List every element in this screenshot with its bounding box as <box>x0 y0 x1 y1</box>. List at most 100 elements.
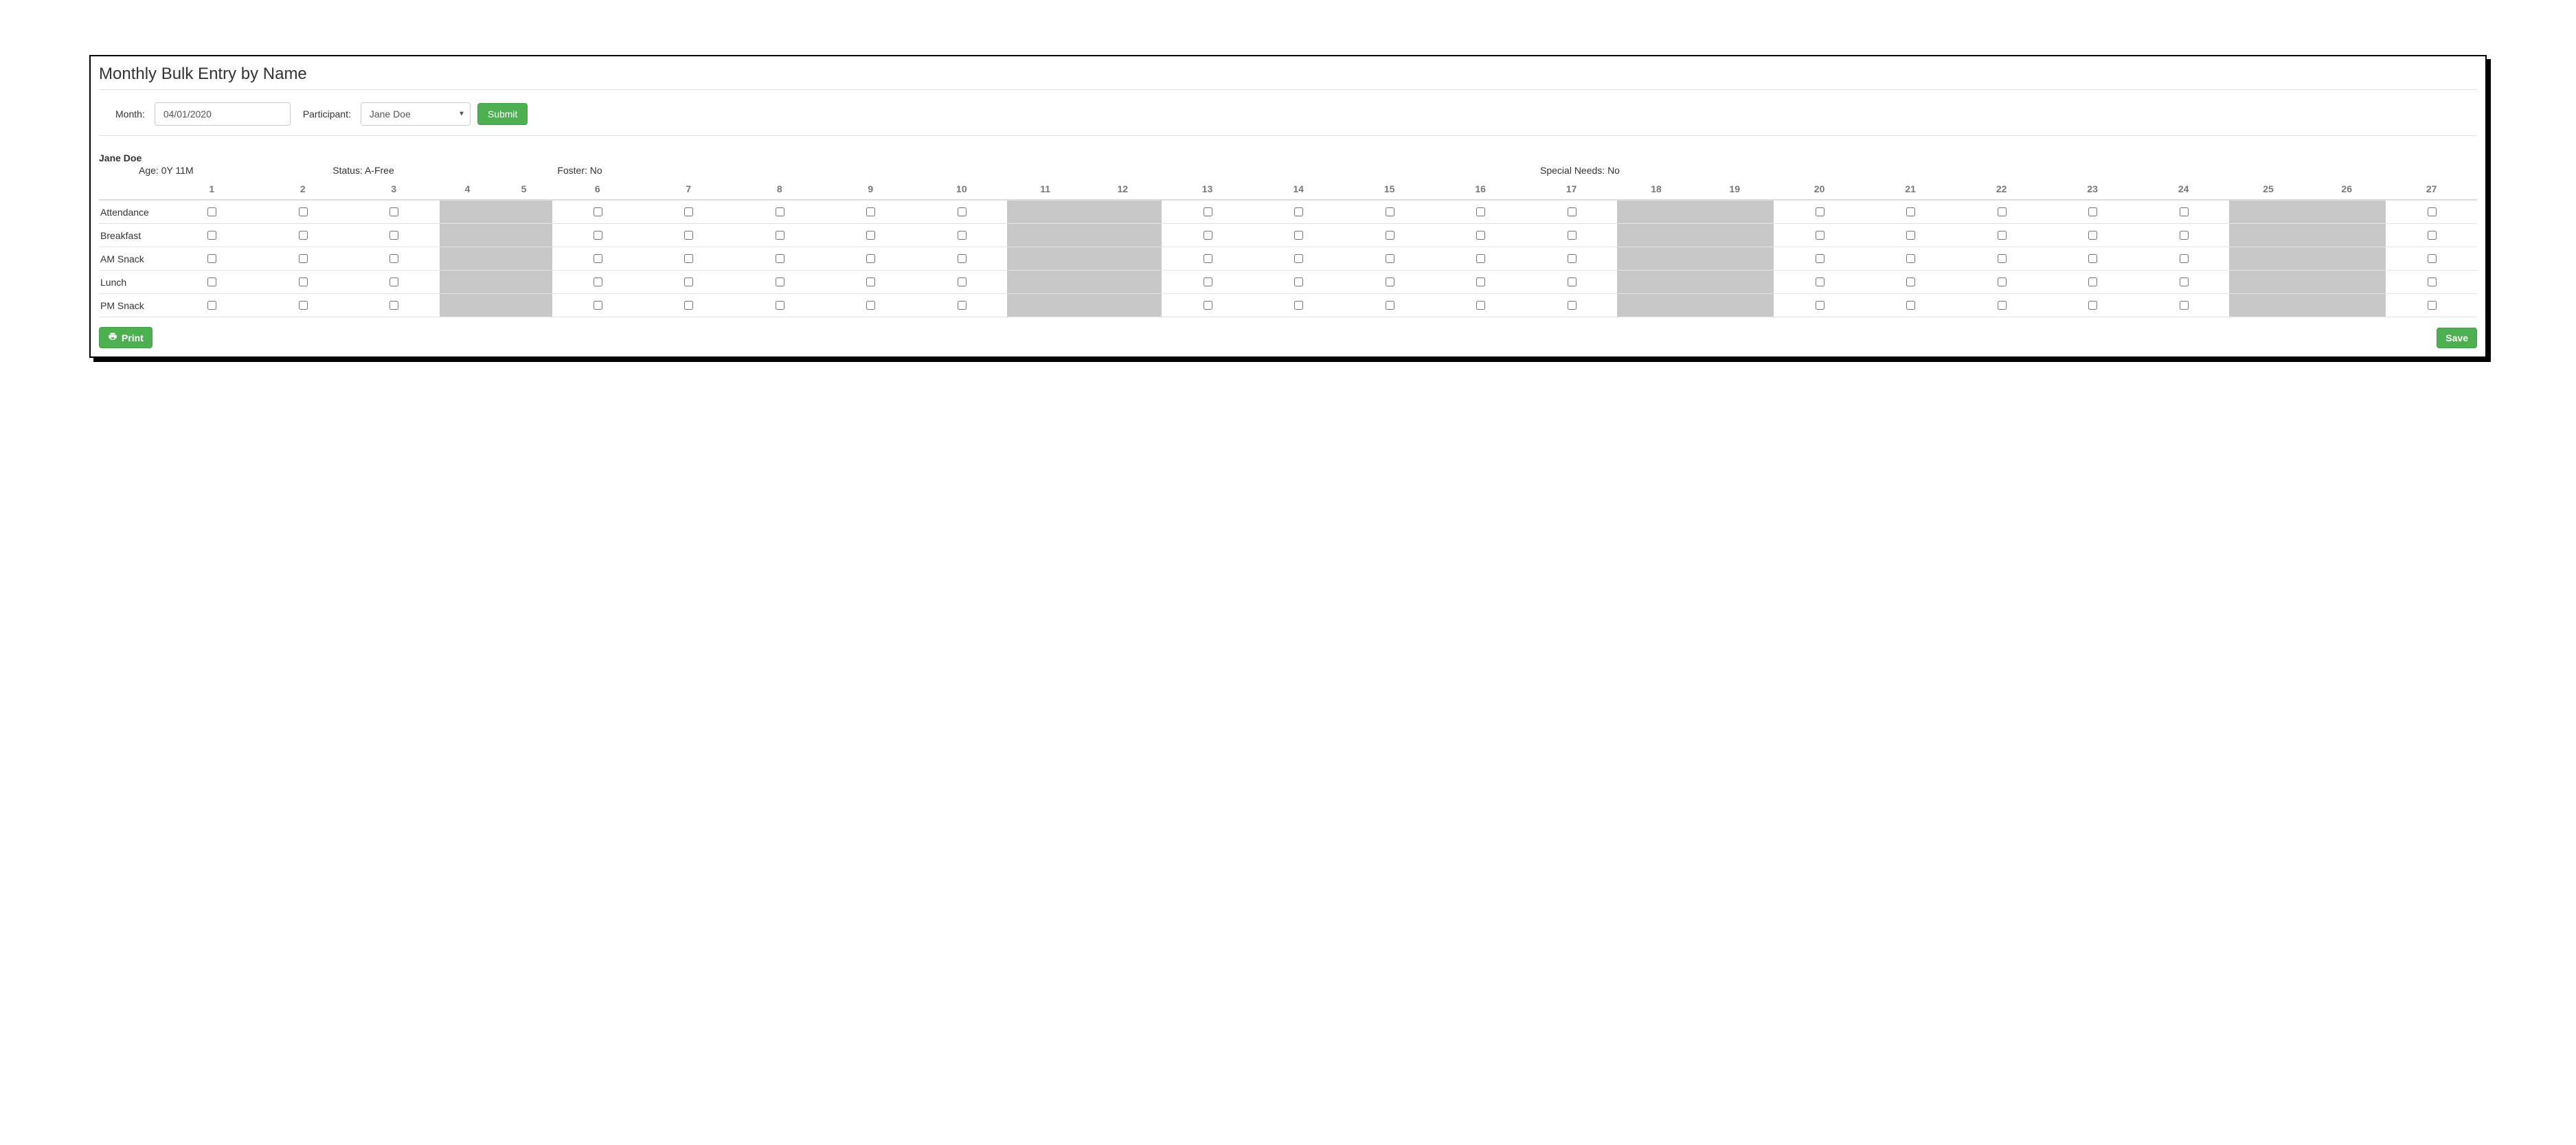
entry-checkbox[interactable] <box>299 301 308 310</box>
entry-checkbox[interactable] <box>1568 254 1577 263</box>
save-button[interactable]: Save <box>2437 328 2477 348</box>
entry-checkbox[interactable] <box>2180 254 2189 263</box>
entry-checkbox[interactable] <box>389 254 398 263</box>
entry-checkbox[interactable] <box>1568 301 1577 310</box>
entry-checkbox[interactable] <box>2088 277 2097 286</box>
entry-checkbox[interactable] <box>958 231 967 240</box>
entry-checkbox[interactable] <box>2088 254 2097 263</box>
entry-checkbox[interactable] <box>2428 277 2437 286</box>
entry-checkbox[interactable] <box>594 207 602 216</box>
entry-checkbox[interactable] <box>1386 254 1394 263</box>
entry-checkbox[interactable] <box>684 207 693 216</box>
entry-checkbox[interactable] <box>1906 207 1915 216</box>
entry-checkbox[interactable] <box>866 254 875 263</box>
entry-checkbox[interactable] <box>299 207 308 216</box>
entry-checkbox[interactable] <box>2428 301 2437 310</box>
grid-scroll-container[interactable]: 1234567891011121314151617181920212223242… <box>99 179 2477 320</box>
entry-checkbox[interactable] <box>389 301 398 310</box>
entry-checkbox[interactable] <box>776 254 784 263</box>
entry-checkbox[interactable] <box>1476 231 1485 240</box>
entry-checkbox[interactable] <box>1998 207 2007 216</box>
entry-checkbox[interactable] <box>207 301 216 310</box>
entry-checkbox[interactable] <box>1204 301 1212 310</box>
entry-checkbox[interactable] <box>1476 254 1485 263</box>
entry-checkbox[interactable] <box>389 277 398 286</box>
entry-checkbox[interactable] <box>684 231 693 240</box>
entry-checkbox[interactable] <box>1204 207 1212 216</box>
entry-checkbox[interactable] <box>2428 254 2437 263</box>
entry-checkbox[interactable] <box>1816 277 1824 286</box>
entry-checkbox[interactable] <box>1816 254 1824 263</box>
entry-checkbox[interactable] <box>1816 231 1824 240</box>
entry-checkbox[interactable] <box>2180 277 2189 286</box>
entry-checkbox[interactable] <box>958 301 967 310</box>
entry-checkbox[interactable] <box>2180 207 2189 216</box>
entry-checkbox[interactable] <box>2428 231 2437 240</box>
entry-checkbox[interactable] <box>958 207 967 216</box>
entry-checkbox[interactable] <box>776 207 784 216</box>
entry-checkbox[interactable] <box>958 277 967 286</box>
print-button[interactable]: Print <box>99 327 152 348</box>
entry-checkbox[interactable] <box>1294 254 1303 263</box>
entry-checkbox[interactable] <box>594 277 602 286</box>
month-input[interactable] <box>155 102 291 126</box>
entry-checkbox[interactable] <box>594 254 602 263</box>
entry-checkbox[interactable] <box>776 231 784 240</box>
entry-checkbox[interactable] <box>866 231 875 240</box>
entry-checkbox[interactable] <box>1906 254 1915 263</box>
submit-button[interactable]: Submit <box>477 103 528 125</box>
entry-checkbox[interactable] <box>2428 207 2437 216</box>
entry-checkbox[interactable] <box>207 254 216 263</box>
entry-checkbox[interactable] <box>1998 254 2007 263</box>
entry-checkbox[interactable] <box>776 301 784 310</box>
entry-checkbox[interactable] <box>1294 231 1303 240</box>
entry-checkbox[interactable] <box>2088 231 2097 240</box>
entry-checkbox[interactable] <box>1294 277 1303 286</box>
entry-checkbox[interactable] <box>1906 277 1915 286</box>
entry-checkbox[interactable] <box>299 254 308 263</box>
entry-checkbox[interactable] <box>594 301 602 310</box>
entry-checkbox[interactable] <box>1998 231 2007 240</box>
entry-checkbox[interactable] <box>1906 231 1915 240</box>
entry-checkbox[interactable] <box>1568 231 1577 240</box>
entry-checkbox[interactable] <box>684 301 693 310</box>
entry-checkbox[interactable] <box>1476 301 1485 310</box>
entry-checkbox[interactable] <box>389 231 398 240</box>
entry-checkbox[interactable] <box>1998 277 2007 286</box>
participant-select[interactable]: Jane Doe <box>361 102 471 126</box>
entry-checkbox[interactable] <box>1568 277 1577 286</box>
entry-checkbox[interactable] <box>2180 231 2189 240</box>
entry-checkbox[interactable] <box>2088 301 2097 310</box>
entry-checkbox[interactable] <box>1476 277 1485 286</box>
entry-checkbox[interactable] <box>299 277 308 286</box>
entry-checkbox[interactable] <box>389 207 398 216</box>
entry-checkbox[interactable] <box>1816 301 1824 310</box>
entry-checkbox[interactable] <box>1294 301 1303 310</box>
entry-checkbox[interactable] <box>2180 301 2189 310</box>
entry-checkbox[interactable] <box>866 207 875 216</box>
entry-checkbox[interactable] <box>866 277 875 286</box>
entry-checkbox[interactable] <box>594 231 602 240</box>
entry-checkbox[interactable] <box>1204 231 1212 240</box>
entry-checkbox[interactable] <box>299 231 308 240</box>
entry-checkbox[interactable] <box>776 277 784 286</box>
entry-checkbox[interactable] <box>1204 254 1212 263</box>
entry-checkbox[interactable] <box>207 277 216 286</box>
entry-checkbox[interactable] <box>1476 207 1485 216</box>
entry-checkbox[interactable] <box>1386 277 1394 286</box>
entry-checkbox[interactable] <box>958 254 967 263</box>
entry-checkbox[interactable] <box>684 277 693 286</box>
entry-checkbox[interactable] <box>1906 301 1915 310</box>
entry-checkbox[interactable] <box>1386 207 1394 216</box>
entry-checkbox[interactable] <box>1204 277 1212 286</box>
entry-checkbox[interactable] <box>1386 301 1394 310</box>
entry-checkbox[interactable] <box>684 254 693 263</box>
entry-checkbox[interactable] <box>866 301 875 310</box>
entry-checkbox[interactable] <box>1294 207 1303 216</box>
entry-checkbox[interactable] <box>207 231 216 240</box>
entry-checkbox[interactable] <box>1386 231 1394 240</box>
entry-checkbox[interactable] <box>2088 207 2097 216</box>
entry-checkbox[interactable] <box>1998 301 2007 310</box>
entry-checkbox[interactable] <box>207 207 216 216</box>
entry-checkbox[interactable] <box>1568 207 1577 216</box>
